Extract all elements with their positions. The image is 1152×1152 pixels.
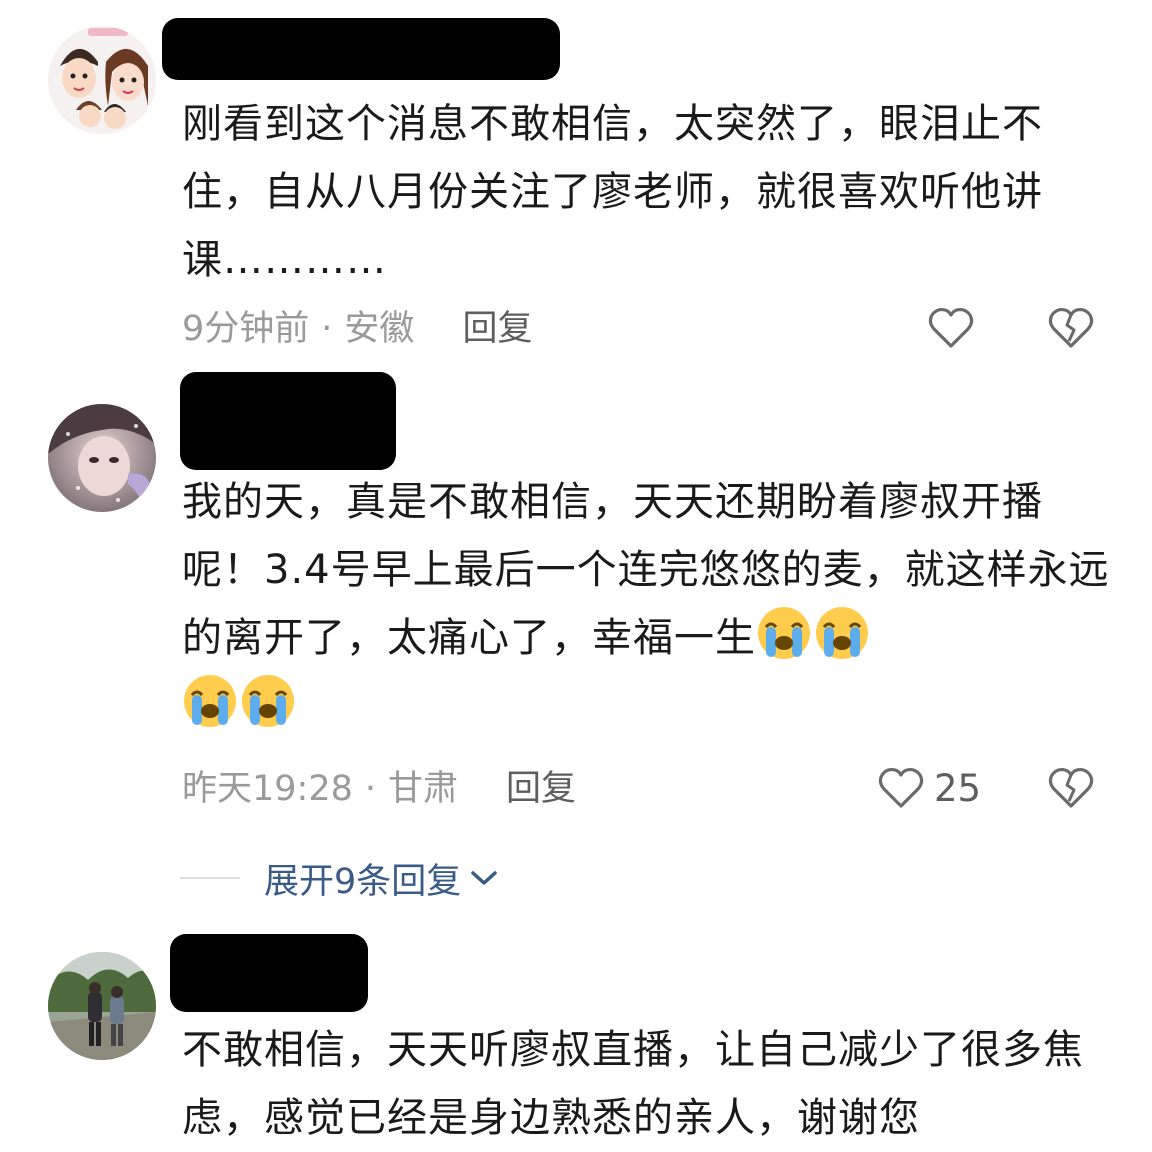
reply-button[interactable]: 回复 (462, 304, 532, 354)
comment-meta: 昨天19:28 · 甘肃 回复 (182, 764, 576, 814)
dislike-button[interactable] (1048, 306, 1094, 350)
broken-heart-icon (1048, 307, 1094, 348)
like-count: 25 (934, 766, 982, 810)
broken-heart-icon (1048, 767, 1094, 808)
like-button[interactable]: 25 (878, 766, 981, 810)
comment-text: 我的天，真是不敢相信，天天还期盼着廖叔开播呢！3.4号早上最后一个连完悠悠的麦，… (182, 468, 1112, 740)
username-redacted (162, 18, 560, 80)
reply-button[interactable]: 回复 (506, 764, 576, 814)
comment-text: 不敢相信，天天听廖叔直播，让自己减少了很多焦虑，感觉已经是身边熟悉的亲人，谢谢您 (182, 1027, 1084, 1141)
loudly-crying-face-emoji (758, 607, 810, 659)
expand-replies[interactable]: 展开9条回复 (180, 852, 499, 904)
avatar[interactable] (48, 26, 156, 134)
divider-line (180, 877, 240, 879)
comment-text: 刚看到这个消息不敢相信，太突然了，眼泪止不住，自从八月份关注了廖老师，就很喜欢听… (182, 101, 1043, 283)
avatar-photo-image (48, 404, 156, 512)
comment-location: 甘肃 (388, 769, 459, 809)
heart-icon (928, 307, 974, 348)
comment-meta: 9分钟前 · 安徽 回复 (182, 304, 532, 354)
comment-location: 安徽 (344, 309, 415, 349)
separator-dot: · (321, 309, 333, 349)
separator-dot: · (364, 769, 377, 809)
heart-icon (878, 767, 924, 808)
like-button[interactable] (928, 306, 974, 350)
chevron-down-icon[interactable] (469, 868, 499, 888)
comment-time: 昨天19:28 (182, 769, 353, 809)
loudly-crying-face-emoji (242, 675, 294, 727)
username-redacted (180, 372, 396, 470)
avatar[interactable] (48, 404, 156, 512)
loudly-crying-face-emoji (816, 607, 868, 659)
loudly-crying-face-emoji (184, 675, 236, 727)
expand-replies-label[interactable]: 展开9条回复 (264, 853, 461, 904)
comment-text-content: 我的天，真是不敢相信，天天还期盼着廖叔开播呢！3.4号早上最后一个连完悠悠的麦，… (182, 479, 1110, 661)
username-redacted (170, 934, 368, 1012)
dislike-button[interactable] (1048, 766, 1094, 810)
avatar[interactable] (48, 952, 156, 1060)
avatar-photo-image (48, 952, 156, 1060)
avatar-cartoon-couple-image (48, 26, 156, 134)
comment-time: 9分钟前 (182, 309, 310, 349)
